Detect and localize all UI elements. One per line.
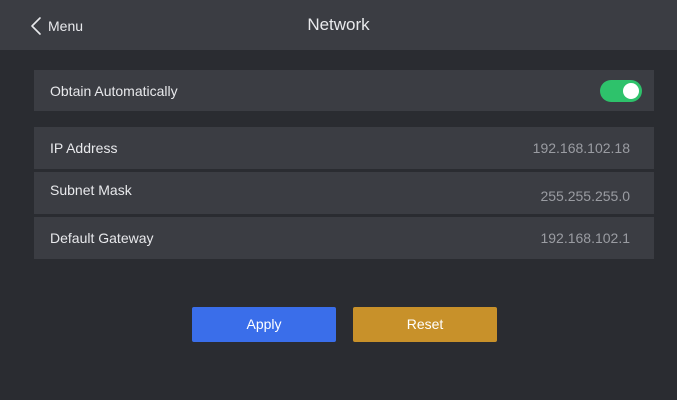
obtain-automatically-row[interactable]: Obtain Automatically [34,70,654,111]
reset-button[interactable]: Reset [353,307,497,342]
header-bar: Menu Network [0,0,677,50]
default-gateway-label: Default Gateway [50,230,154,246]
page-title: Network [307,15,370,34]
default-gateway-row[interactable]: Default Gateway 192.168.102.1 [34,217,654,259]
subnet-mask-row[interactable]: Subnet Mask 255.255.255.0 [34,172,654,214]
ip-address-row[interactable]: IP Address 192.168.102.18 [34,127,654,169]
ip-address-label: IP Address [50,140,118,156]
apply-button[interactable]: Apply [192,307,336,342]
subnet-mask-value: 255.255.255.0 [540,188,630,204]
obtain-automatically-label: Obtain Automatically [50,82,178,99]
ip-address-value: 192.168.102.18 [532,140,630,156]
obtain-automatically-toggle[interactable] [600,79,642,102]
toggle-knob [623,82,639,99]
network-settings-screen: Menu Network Obtain Automatically IP Add… [0,0,677,400]
subnet-mask-label: Subnet Mask [50,182,132,198]
default-gateway-value: 192.168.102.1 [540,230,630,246]
